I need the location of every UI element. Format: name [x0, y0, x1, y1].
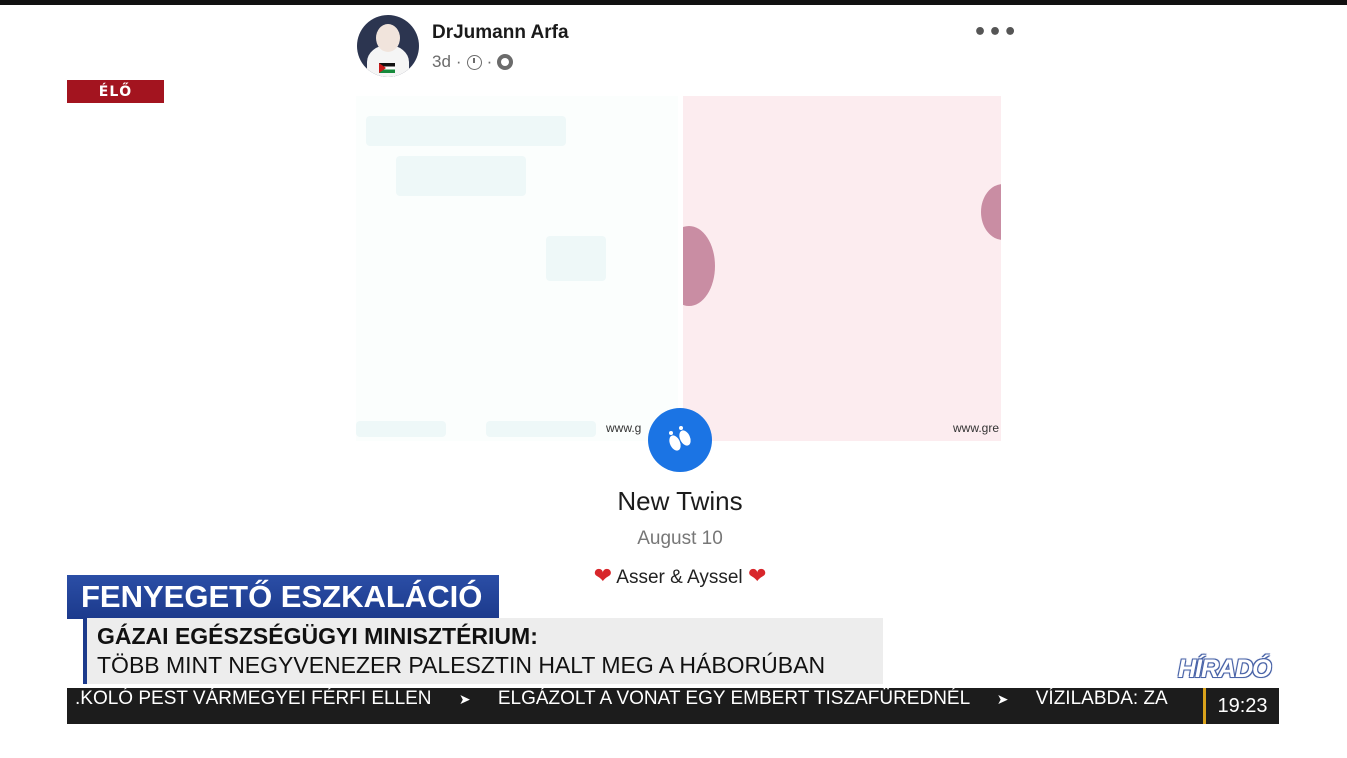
meta-separator: ·	[486, 52, 493, 71]
subheadline-title: GÁZAI EGÉSZSÉGÜGYI MINISZTÉRIUM:	[97, 623, 538, 649]
life-event-date: August 10	[637, 528, 723, 549]
news-ticker: .KOLÓ PEST VÁRMEGYEI FÉRFI ELLEN ➤ ELGÁZ…	[67, 688, 1279, 724]
subheadline-box: GÁZAI EGÉSZSÉGÜGYI MINISZTÉRIUM: TÖBB MI…	[83, 618, 883, 684]
heart-icon: ❤	[747, 563, 767, 588]
clock-icon	[466, 54, 482, 70]
life-event-names: ❤ Asser & Ayssel ❤	[540, 563, 820, 589]
meta-separator: ·	[455, 52, 462, 71]
live-badge: ÉLŐ	[67, 80, 164, 103]
watermark-right: www.gre	[953, 421, 1000, 435]
post-photo-right[interactable]: www.gre	[683, 96, 1001, 441]
avatar[interactable]	[357, 15, 419, 77]
palestine-flag-icon	[379, 63, 395, 73]
post-meta: 3d · ·	[432, 52, 514, 72]
ticker-arrow-icon: ➤	[458, 691, 471, 707]
life-event-title: New Twins	[617, 486, 743, 516]
watermark-left: www.g	[606, 421, 642, 435]
ticker-item: ELGÁZOLT A VONAT EGY EMBERT TISZAFÜREDNÉ…	[497, 688, 970, 709]
broadcast-clock: 19:23	[1203, 688, 1279, 724]
more-dots-icon[interactable]: •••	[973, 20, 1018, 45]
post-photo-left[interactable]: www.g	[356, 96, 678, 441]
balloon	[981, 184, 1001, 240]
globe-icon	[497, 54, 514, 70]
ticker-item: .KOLÓ PEST VÁRMEGYEI FÉRFI ELLEN	[75, 688, 432, 709]
post-author[interactable]: DrJumann Arfa	[432, 22, 569, 44]
heart-icon: ❤	[593, 563, 613, 588]
hirado-logo: HÍRADÓ	[1178, 655, 1272, 683]
headline-tag: FENYEGETŐ ESZKALÁCIÓ	[67, 575, 499, 619]
subheadline-text: TÖBB MINT NEGYVENEZER PALESZTIN HALT MEG…	[97, 652, 826, 678]
ticker-item: VÍZILABDA: ZA	[1035, 688, 1168, 709]
post-time[interactable]: 3d	[432, 52, 451, 72]
ticker-arrow-icon: ➤	[996, 691, 1009, 707]
twin-names: Asser & Ayssel	[616, 567, 743, 588]
balloon	[683, 226, 715, 306]
baby-feet-icon	[648, 408, 712, 472]
top-border	[0, 0, 1347, 5]
